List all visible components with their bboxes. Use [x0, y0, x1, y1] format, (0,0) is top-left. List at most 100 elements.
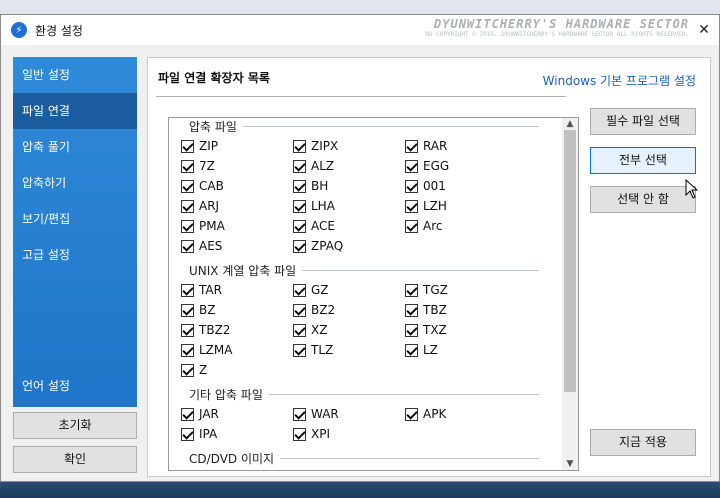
checkbox-checked-icon[interactable] [405, 323, 418, 337]
scroll-down-icon[interactable]: ▼ [562, 458, 578, 470]
scroll-up-icon[interactable]: ▲ [562, 118, 578, 130]
extension-checkbox[interactable]: ZIP [181, 139, 218, 153]
extension-checkbox[interactable]: WAR [293, 407, 339, 421]
ok-button[interactable]: 확인 [13, 446, 137, 473]
checkbox-checked-icon[interactable] [293, 283, 306, 297]
extension-checkbox[interactable]: IPA [181, 427, 217, 441]
extension-checkbox[interactable]: BH [293, 179, 328, 193]
checkbox-checked-icon[interactable] [405, 139, 418, 153]
extension-checkbox[interactable]: TBZ [405, 303, 447, 317]
extension-checkbox[interactable]: ARJ [181, 199, 219, 213]
bandizip-icon: ⚡ [11, 22, 27, 38]
extension-checkbox[interactable]: LZMA [181, 343, 232, 357]
select-required-button[interactable]: 필수 파일 선택 [590, 108, 696, 135]
checkbox-checked-icon[interactable] [181, 239, 194, 253]
checkbox-checked-icon[interactable] [405, 303, 418, 317]
checkbox-checked-icon[interactable] [181, 363, 194, 377]
extension-checkbox[interactable]: LZ [405, 343, 438, 357]
extension-checkbox[interactable]: Arc [405, 219, 442, 233]
sidebar-item[interactable]: 압축 풀기 [13, 129, 137, 165]
checkbox-checked-icon[interactable] [181, 427, 194, 441]
checkbox-checked-icon[interactable] [293, 139, 306, 153]
mouse-cursor-icon [685, 179, 699, 199]
select-none-button[interactable]: 선택 안 함 [590, 186, 696, 213]
checkbox-checked-icon[interactable] [405, 407, 418, 421]
extension-checkbox[interactable]: ALZ [293, 159, 334, 173]
extension-checkbox[interactable]: ZIPX [293, 139, 338, 153]
sidebar-item[interactable]: 파일 연결 [13, 93, 137, 129]
list-scrollbar[interactable]: ▲ ▼ [562, 118, 578, 470]
checkbox-checked-icon[interactable] [181, 283, 194, 297]
select-all-button[interactable]: 전부 선택 [590, 147, 696, 174]
sidebar-item[interactable]: 보기/편집 [13, 201, 137, 237]
reset-button[interactable]: 초기화 [13, 412, 137, 439]
checkbox-checked-icon[interactable] [293, 303, 306, 317]
checkbox-checked-icon[interactable] [293, 219, 306, 233]
extension-label: PMA [199, 219, 225, 233]
checkbox-checked-icon[interactable] [181, 343, 194, 357]
checkbox-checked-icon[interactable] [405, 159, 418, 173]
extension-checkbox[interactable]: Z [181, 363, 207, 377]
extension-checkbox[interactable]: TLZ [293, 343, 333, 357]
checkbox-checked-icon[interactable] [293, 179, 306, 193]
checkbox-checked-icon[interactable] [181, 303, 194, 317]
extension-checkbox[interactable]: 7Z [181, 159, 215, 173]
checkbox-checked-icon[interactable] [405, 283, 418, 297]
checkbox-checked-icon[interactable] [405, 179, 418, 193]
background-window-titlebar [0, 0, 720, 14]
group-divider [242, 126, 539, 127]
extension-checkbox[interactable]: RAR [405, 139, 447, 153]
checkbox-checked-icon[interactable] [293, 343, 306, 357]
checkbox-checked-icon[interactable] [181, 323, 194, 337]
extension-checkbox[interactable]: APK [405, 407, 446, 421]
extension-checkbox[interactable]: AES [181, 239, 222, 253]
checkbox-checked-icon[interactable] [293, 323, 306, 337]
extension-checkbox[interactable]: EGG [405, 159, 449, 173]
extension-label: 001 [423, 179, 446, 193]
extension-checkbox[interactable]: TXZ [405, 323, 447, 337]
extension-checkbox[interactable]: GZ [293, 283, 329, 297]
extension-checkbox[interactable]: TGZ [405, 283, 448, 297]
checkbox-checked-icon[interactable] [405, 199, 418, 213]
extension-list[interactable]: ▲ ▼ 압축 파일 ZIP ZIPX RAR 7Z ALZ EGG CAB BH 001 ARJ LH… [168, 117, 579, 471]
checkbox-checked-icon[interactable] [293, 239, 306, 253]
extension-checkbox[interactable]: ZPAQ [293, 239, 343, 253]
extension-checkbox[interactable]: BZ2 [293, 303, 335, 317]
settings-sidebar: 일반 설정 파일 연결 압축 풀기 압축하기 보기/편집 고급 설정언어 설정 [13, 57, 137, 407]
extension-checkbox[interactable]: ACE [293, 219, 335, 233]
sidebar-item-language[interactable]: 언어 설정 [13, 371, 137, 401]
apply-now-button[interactable]: 지금 적용 [590, 429, 696, 456]
extension-checkbox[interactable]: PMA [181, 219, 225, 233]
extension-label: ALZ [311, 159, 335, 173]
checkbox-checked-icon[interactable] [181, 219, 194, 233]
checkbox-checked-icon[interactable] [293, 159, 306, 173]
checkbox-checked-icon[interactable] [293, 427, 306, 441]
extension-checkbox[interactable]: BZ [181, 303, 215, 317]
extension-checkbox[interactable]: XPI [293, 427, 330, 441]
checkbox-checked-icon[interactable] [293, 407, 306, 421]
checkbox-checked-icon[interactable] [293, 199, 306, 213]
checkbox-checked-icon[interactable] [405, 219, 418, 233]
checkbox-checked-icon[interactable] [181, 179, 194, 193]
extension-label: 7Z [199, 159, 215, 173]
extension-checkbox[interactable]: CAB [181, 179, 224, 193]
checkbox-checked-icon[interactable] [181, 407, 194, 421]
scroll-thumb[interactable] [564, 130, 576, 392]
checkbox-checked-icon[interactable] [181, 199, 194, 213]
extension-checkbox[interactable]: XZ [293, 323, 327, 337]
sidebar-item[interactable]: 일반 설정 [13, 57, 137, 93]
group-header: 기타 압축 파일 [189, 386, 539, 403]
sidebar-item[interactable]: 압축하기 [13, 165, 137, 201]
checkbox-checked-icon[interactable] [405, 343, 418, 357]
extension-checkbox[interactable]: TAR [181, 283, 222, 297]
extension-checkbox[interactable]: LZH [405, 199, 447, 213]
sidebar-item[interactable]: 고급 설정 [13, 237, 137, 273]
extension-checkbox[interactable]: JAR [181, 407, 219, 421]
extension-checkbox[interactable]: TBZ2 [181, 323, 230, 337]
extension-checkbox[interactable]: 001 [405, 179, 446, 193]
checkbox-checked-icon[interactable] [181, 159, 194, 173]
windows-default-programs-link[interactable]: Windows 기본 프로그램 설정 [543, 72, 696, 89]
extension-checkbox[interactable]: LHA [293, 199, 335, 213]
checkbox-checked-icon[interactable] [181, 139, 194, 153]
close-icon[interactable]: ✕ [695, 21, 713, 39]
